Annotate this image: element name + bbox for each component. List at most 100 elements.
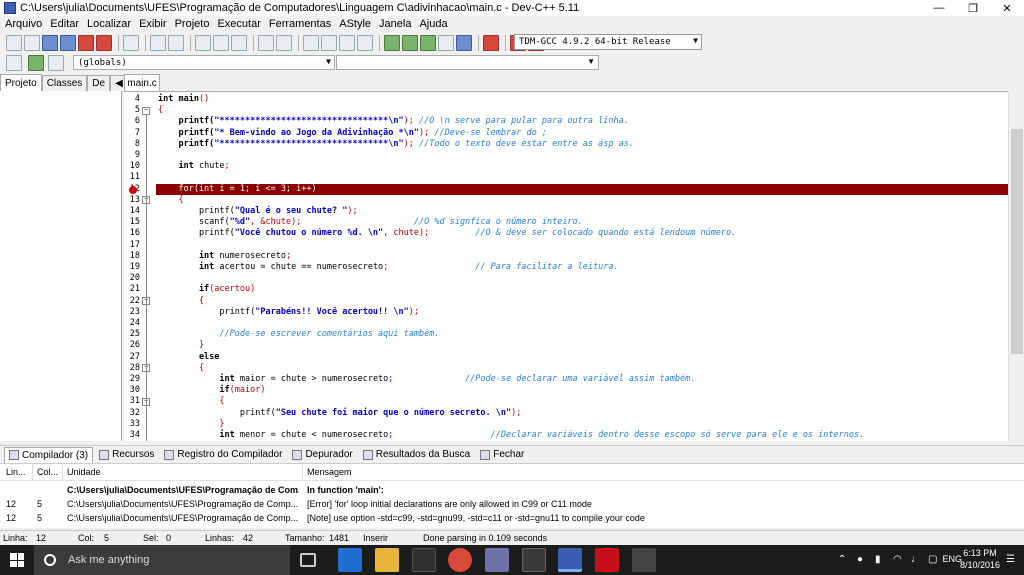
code-line: int chute; bbox=[158, 161, 229, 172]
line-number: 26 bbox=[129, 340, 140, 351]
close-file-icon[interactable] bbox=[78, 35, 94, 51]
menu-editar[interactable]: Editar bbox=[50, 18, 79, 30]
project-view-icon[interactable] bbox=[258, 35, 274, 51]
indent-right-icon[interactable] bbox=[321, 35, 337, 51]
tab-projeto[interactable]: Projeto bbox=[0, 74, 42, 91]
menu-localizar[interactable]: Localizar bbox=[87, 18, 131, 30]
menu-executar[interactable]: Executar bbox=[217, 18, 260, 30]
pdf-reader-icon[interactable] bbox=[595, 548, 619, 572]
scrollbar-thumb[interactable] bbox=[1011, 129, 1023, 354]
compiler-select[interactable]: TDM-GCC 4.9.2 64-bit Release ▼ bbox=[514, 34, 702, 50]
menu-projeto[interactable]: Projeto bbox=[175, 18, 210, 30]
code-token: //Todo o texto deve estar entre as ásp a… bbox=[413, 138, 634, 149]
tab-resultados[interactable]: Resultados da Busca bbox=[359, 447, 475, 463]
code-line: printf("********************************… bbox=[158, 116, 628, 127]
undo-icon[interactable] bbox=[150, 35, 166, 51]
task-view-icon[interactable] bbox=[300, 553, 316, 567]
cortana-search-box[interactable]: Ask me anything bbox=[34, 545, 290, 575]
app-icon-2[interactable] bbox=[522, 548, 546, 572]
menu-janela[interactable]: Janela bbox=[379, 18, 411, 30]
tab-fechar[interactable]: Fechar bbox=[476, 447, 528, 463]
goto-bookmark-icon[interactable] bbox=[48, 55, 64, 71]
print-icon[interactable] bbox=[123, 35, 139, 51]
bookmark-icon[interactable] bbox=[339, 35, 355, 51]
open-file-icon[interactable] bbox=[24, 35, 40, 51]
toggle-icon[interactable] bbox=[28, 55, 44, 71]
replace-icon[interactable] bbox=[213, 35, 229, 51]
col-header-unit[interactable]: Unidade bbox=[67, 467, 299, 477]
insert-icon[interactable] bbox=[6, 55, 22, 71]
separator bbox=[190, 35, 191, 51]
notification-icon[interactable]: ▢ bbox=[928, 554, 937, 565]
menu-bar: Arquivo Editar Localizar Exibir Projeto … bbox=[0, 16, 1024, 32]
tab-compilador[interactable]: Compilador (3) bbox=[4, 446, 94, 463]
action-center-icon[interactable]: ☰ bbox=[1006, 554, 1015, 565]
tab-classes[interactable]: Classes bbox=[41, 75, 88, 91]
save-icon[interactable] bbox=[42, 35, 58, 51]
code-token: printf( bbox=[158, 306, 256, 317]
table-row[interactable]: 12 5 C:\Users\julia\Documents\UFES\Progr… bbox=[0, 497, 1024, 510]
edge-icon[interactable] bbox=[338, 548, 362, 572]
battery-icon[interactable]: ▮ bbox=[875, 554, 881, 565]
maximize-button[interactable]: ❐ bbox=[956, 0, 990, 16]
mail-icon[interactable] bbox=[632, 548, 656, 572]
code-token: int bbox=[158, 430, 240, 440]
menu-ferramentas[interactable]: Ferramentas bbox=[269, 18, 331, 30]
chevron-up-icon[interactable]: ⌃ bbox=[838, 554, 846, 565]
file-tab-main-c[interactable]: main.c bbox=[124, 74, 160, 91]
code-editor[interactable]: 45−678910111213−141516171819202122−23242… bbox=[124, 91, 1008, 441]
scope-select[interactable]: (globals) ▼ bbox=[73, 55, 335, 70]
stop-icon[interactable] bbox=[483, 35, 499, 51]
devcpp-app-icon bbox=[4, 2, 16, 14]
table-row[interactable]: 12 5 C:\Users\julia\Documents\UFES\Progr… bbox=[0, 511, 1024, 524]
fold-toggle-icon[interactable]: − bbox=[142, 106, 150, 115]
chrome-icon[interactable] bbox=[448, 548, 472, 572]
col-header-line[interactable]: Lin... bbox=[6, 467, 26, 477]
menu-arquivo[interactable]: Arquivo bbox=[5, 18, 42, 30]
code-token: "Seu chute foi maior que o número secret… bbox=[275, 407, 512, 418]
close-all-icon[interactable] bbox=[96, 35, 112, 51]
status-sel-label: Sel: bbox=[143, 533, 159, 543]
menu-ajuda[interactable]: Ajuda bbox=[419, 18, 447, 30]
code-token: ); bbox=[347, 206, 358, 216]
col-header-message[interactable]: Mensagem bbox=[307, 467, 352, 477]
fullscreen-icon[interactable] bbox=[276, 35, 292, 51]
compile-run-icon[interactable] bbox=[420, 35, 436, 51]
people-icon[interactable]: ● bbox=[857, 554, 863, 565]
clock[interactable]: 6:13 PM 8/10/2016 bbox=[960, 547, 1000, 571]
wifi-icon[interactable]: ◠ bbox=[893, 554, 902, 565]
menu-exibir[interactable]: Exibir bbox=[139, 18, 167, 30]
compile-icon[interactable] bbox=[384, 35, 400, 51]
tab-recursos[interactable]: Recursos bbox=[95, 447, 158, 463]
check-syntax-icon[interactable] bbox=[456, 35, 472, 51]
minimize-button[interactable]: — bbox=[922, 0, 956, 16]
member-select[interactable]: ▼ bbox=[336, 55, 599, 70]
editor-vertical-scrollbar[interactable] bbox=[1008, 91, 1024, 441]
menu-astyle[interactable]: AStyle bbox=[339, 18, 371, 30]
find-icon[interactable] bbox=[195, 35, 211, 51]
rebuild-icon[interactable] bbox=[438, 35, 454, 51]
volume-icon[interactable]: ♩ bbox=[911, 554, 921, 565]
tab-depurador[interactable]: Depurador bbox=[288, 447, 356, 463]
redo-icon[interactable] bbox=[168, 35, 184, 51]
store-icon[interactable] bbox=[412, 548, 436, 572]
indent-left-icon[interactable] bbox=[303, 35, 319, 51]
app-icon[interactable] bbox=[485, 548, 509, 572]
class-browser-icon[interactable] bbox=[357, 35, 373, 51]
devcpp-taskbar-icon[interactable] bbox=[558, 548, 582, 572]
col-header-col[interactable]: Col... bbox=[37, 467, 58, 477]
tab-debug[interactable]: De bbox=[87, 75, 111, 91]
table-row[interactable]: C:\Users\julia\Documents\UFES\Programaçã… bbox=[0, 483, 1024, 496]
start-button[interactable] bbox=[0, 545, 34, 575]
new-file-icon[interactable] bbox=[6, 35, 22, 51]
compiler-messages-table: Lin... Col... Unidade Mensagem C:\Users\… bbox=[0, 463, 1024, 528]
run-icon[interactable] bbox=[402, 35, 418, 51]
save-all-icon[interactable] bbox=[60, 35, 76, 51]
tab-registro[interactable]: Registro do Compilador bbox=[160, 447, 286, 463]
file-explorer-icon[interactable] bbox=[375, 548, 399, 572]
goto-icon[interactable] bbox=[231, 35, 247, 51]
close-button[interactable]: ✕ bbox=[990, 0, 1024, 16]
compiler-select-value: TDM-GCC 4.9.2 64-bit Release bbox=[519, 37, 671, 47]
clock-time: 6:13 PM bbox=[963, 548, 997, 558]
code-token: { bbox=[158, 105, 164, 116]
